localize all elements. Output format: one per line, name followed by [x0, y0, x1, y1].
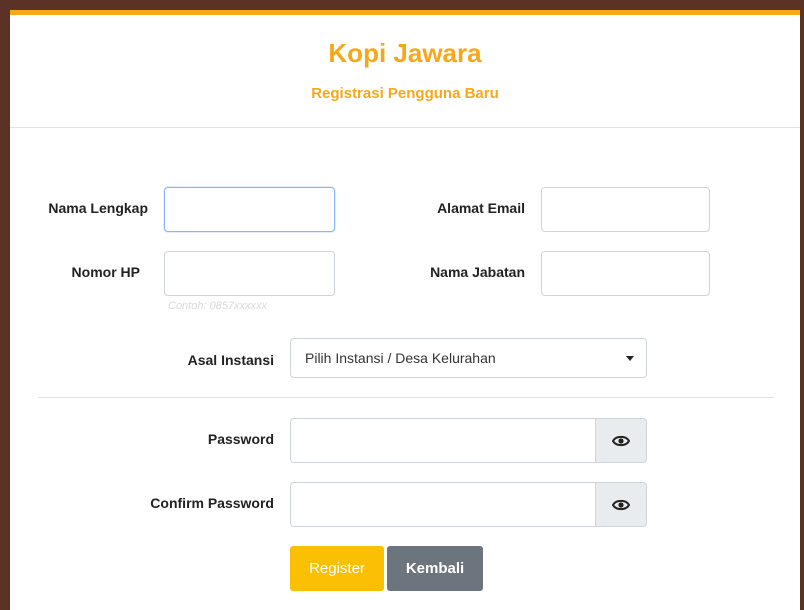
confirm-password-label: Confirm Password — [150, 495, 274, 511]
password-label: Password — [207, 431, 274, 447]
eye-icon — [612, 499, 630, 510]
position-label: Nama Jabatan — [430, 264, 525, 280]
section-divider — [38, 397, 774, 398]
password-input[interactable] — [290, 418, 595, 463]
institution-selected-value: Pilih Instansi / Desa Kelurahan — [305, 350, 496, 366]
confirm-password-group — [290, 482, 647, 527]
app-title: Kopi Jawara — [328, 38, 482, 68]
confirm-password-visibility-toggle[interactable] — [595, 482, 647, 527]
email-label: Alamat Email — [437, 200, 525, 216]
back-button[interactable]: Kembali — [387, 546, 483, 591]
register-button[interactable]: Register — [290, 546, 384, 591]
password-visibility-toggle[interactable] — [595, 418, 647, 463]
institution-select[interactable]: Pilih Instansi / Desa Kelurahan — [290, 338, 647, 378]
full-name-label: Nama Lengkap — [48, 200, 148, 216]
institution-label: Asal Instansi — [187, 352, 274, 368]
caret-down-icon — [626, 356, 634, 361]
page-subtitle: Registrasi Pengguna Baru — [311, 85, 499, 102]
card-header: Kopi Jawara Registrasi Pengguna Baru — [10, 15, 800, 128]
eye-icon — [612, 435, 630, 446]
password-group — [290, 418, 647, 463]
phone-label: Nomor HP — [71, 264, 140, 280]
phone-input[interactable] — [164, 251, 335, 296]
registration-card: Kopi Jawara Registrasi Pengguna Baru Nam… — [10, 10, 800, 610]
phone-hint: Contoh: 0857xxxxxx — [168, 300, 268, 312]
confirm-password-input[interactable] — [290, 482, 595, 527]
full-name-input[interactable] — [164, 187, 335, 232]
email-input[interactable] — [541, 187, 710, 232]
position-input[interactable] — [541, 251, 710, 296]
